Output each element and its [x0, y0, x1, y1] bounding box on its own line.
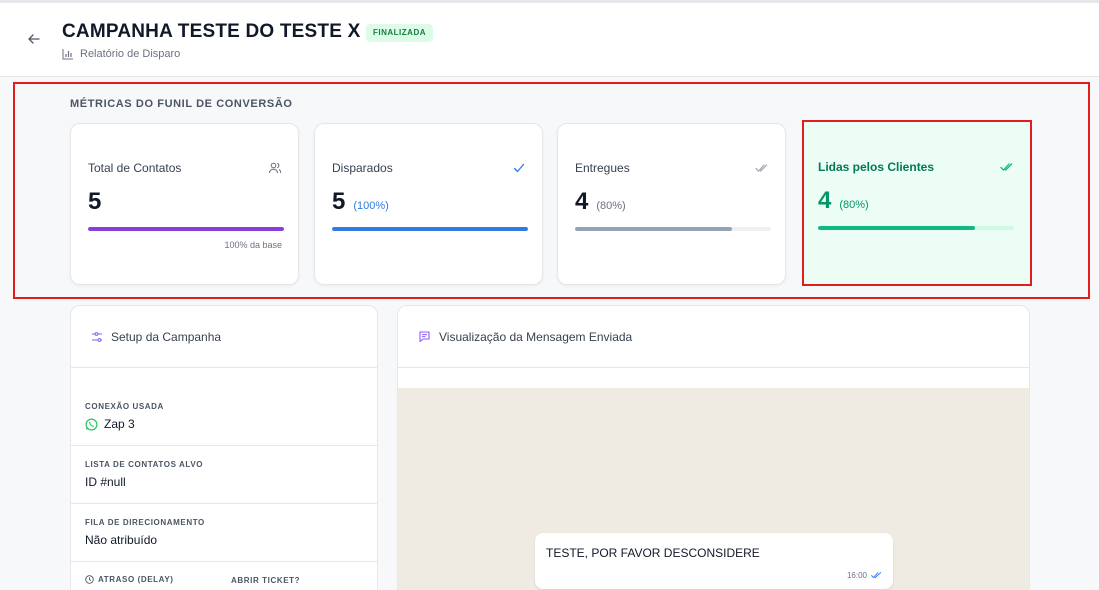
page-subtitle: Relatório de Disparo: [62, 48, 180, 60]
whatsapp-icon: [85, 417, 98, 431]
message-preview-panel: Visualização da Mensagem Enviada TESTE, …: [397, 305, 1030, 590]
message-time: 16:00: [846, 571, 867, 580]
metric-card-total-contacts: Total de Contatos 5 100% da base: [70, 123, 299, 285]
metric-label: Entregues: [575, 161, 630, 175]
page-header: CAMPANHA TESTE DO TESTE X FINALIZADA Rel…: [0, 0, 1099, 77]
bar-chart-icon: [62, 49, 73, 60]
metric-progress-fill: [88, 227, 284, 231]
metric-footnote: 100% da base: [224, 240, 282, 250]
delay-label: ATRASO (DELAY): [98, 575, 174, 584]
metric-percent: (100%): [353, 200, 389, 212]
preview-panel-header: Visualização da Mensagem Enviada: [398, 306, 1029, 368]
metric-card-delivered: Entregues 4 (80%): [557, 123, 786, 285]
double-check-icon: [755, 164, 768, 172]
campaign-setup-panel: Setup da Campanha CONEXÃO USADA Zap 3 LI…: [70, 305, 378, 590]
users-icon: [269, 162, 282, 174]
setup-row-delay-ticket: ATRASO (DELAY) ABRIR TICKET?: [71, 562, 377, 590]
status-badge: FINALIZADA: [366, 24, 433, 42]
metric-progress-fill: [818, 226, 975, 230]
metric-progress-track: [332, 227, 528, 231]
check-icon: [513, 163, 525, 173]
arrow-left-icon: [28, 34, 40, 44]
metric-progress-track: [575, 227, 771, 231]
setup-row-connection: CONEXÃO USADA Zap 3: [71, 388, 377, 446]
metric-progress-fill: [575, 227, 732, 231]
clock-icon: [85, 575, 94, 584]
double-check-icon: [1000, 163, 1013, 171]
queue-label: FILA DE DIRECIONAMENTO: [85, 518, 205, 527]
metric-progress-track: [88, 227, 284, 231]
setup-row-contact-list: LISTA DE CONTATOS ALVO ID #null: [71, 446, 377, 504]
message-square-icon: [419, 331, 430, 343]
metric-percent: (80%): [839, 199, 869, 211]
connection-label: CONEXÃO USADA: [85, 402, 164, 411]
metric-label: Disparados: [332, 161, 393, 175]
metric-percent: (80%): [596, 200, 626, 212]
back-button[interactable]: [26, 31, 42, 47]
preview-panel-title: Visualização da Mensagem Enviada: [439, 329, 633, 344]
setup-row-queue: FILA DE DIRECIONAMENTO Não atribuído: [71, 504, 377, 562]
funnel-section-title: MÉTRICAS DO FUNIL DE CONVERSÃO: [70, 98, 293, 110]
metric-card-sent: Disparados 5 (100%): [314, 123, 543, 285]
metric-label: Total de Contatos: [88, 161, 182, 175]
message-bubble: TESTE, POR FAVOR DESCONSIDERE 16:00: [535, 533, 893, 589]
metric-card-read: Lidas pelos Clientes 4 (80%): [802, 120, 1032, 286]
subtitle-text: Relatório de Disparo: [80, 48, 181, 60]
queue-value: Não atribuído: [85, 533, 158, 547]
metric-label: Lidas pelos Clientes: [818, 160, 935, 174]
metric-value: 5: [88, 188, 102, 215]
open-ticket-label: ABRIR TICKET?: [231, 576, 301, 585]
setup-panel-title: Setup da Campanha: [111, 329, 222, 344]
contact-list-label: LISTA DE CONTATOS ALVO: [85, 460, 204, 469]
setup-panel-header: Setup da Campanha: [71, 306, 377, 368]
sliders-icon: [92, 331, 102, 342]
metric-progress-track: [818, 226, 1014, 230]
connection-value: Zap 3: [104, 417, 135, 431]
contact-list-value: ID #null: [85, 475, 126, 489]
page-title: CAMPANHA TESTE DO TESTE X: [62, 21, 361, 42]
metric-value: 4: [818, 187, 832, 214]
double-check-icon: [871, 572, 882, 579]
metric-value: 5: [332, 188, 346, 215]
chat-preview-area: TESTE, POR FAVOR DESCONSIDERE 16:00: [398, 388, 1029, 590]
metric-progress-fill: [332, 227, 528, 231]
metric-value: 4: [575, 188, 589, 215]
message-text: TESTE, POR FAVOR DESCONSIDERE: [546, 546, 760, 560]
